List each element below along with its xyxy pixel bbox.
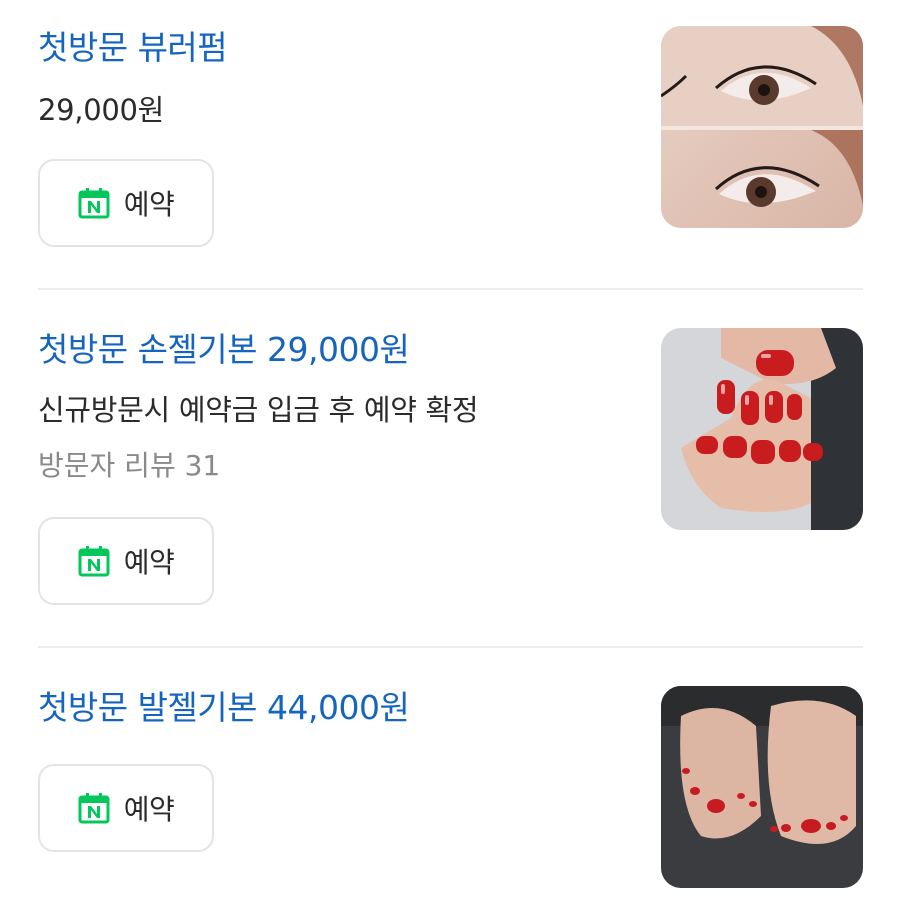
divider bbox=[38, 646, 863, 648]
item-review-count[interactable]: 방문자 리뷰 31 bbox=[38, 446, 638, 486]
reserve-button[interactable]: 예약 bbox=[38, 517, 214, 605]
list-item: 첫방문 손젤기본 29,000원 신규방문시 예약금 입금 후 예약 확정 방문… bbox=[38, 328, 863, 618]
divider bbox=[38, 288, 863, 290]
item-info: 첫방문 뷰러펌 29,000원 bbox=[38, 26, 638, 130]
eyelash-perm-image bbox=[661, 26, 863, 228]
eyelash-perm-photo[interactable] bbox=[661, 26, 863, 228]
reserve-button-label: 예약 bbox=[123, 546, 175, 579]
list-item: 첫방문 발젤기본 44,000원 예약 bbox=[38, 686, 863, 896]
list-item: 첫방문 뷰러펌 29,000원 예약 bbox=[38, 26, 863, 266]
item-price: 29,000원 bbox=[38, 93, 165, 127]
naver-calendar-icon bbox=[78, 188, 110, 219]
reserve-button[interactable]: 예약 bbox=[38, 764, 214, 852]
manicure-image bbox=[661, 328, 863, 530]
red-gel-pedicure-photo[interactable] bbox=[661, 686, 863, 888]
pedicure-image bbox=[661, 686, 863, 888]
booking-menu-list: 첫방문 뷰러펌 29,000원 예약 첫방문 손젤기본 29,000원 신규방문… bbox=[0, 0, 900, 900]
naver-calendar-icon bbox=[78, 793, 110, 824]
red-gel-manicure-photo[interactable] bbox=[661, 328, 863, 530]
item-description: 신규방문시 예약금 입금 후 예약 확정 bbox=[38, 393, 479, 427]
item-title[interactable]: 첫방문 뷰러펌 bbox=[38, 28, 638, 68]
item-title[interactable]: 첫방문 발젤기본 44,000원 bbox=[38, 688, 638, 728]
reserve-button[interactable]: 예약 bbox=[38, 159, 214, 247]
reserve-button-label: 예약 bbox=[123, 793, 175, 826]
item-info: 첫방문 발젤기본 44,000원 bbox=[38, 686, 638, 728]
naver-calendar-icon bbox=[78, 546, 110, 577]
reserve-button-label: 예약 bbox=[123, 188, 175, 221]
item-title[interactable]: 첫방문 손젤기본 29,000원 bbox=[38, 330, 638, 370]
item-info: 첫방문 손젤기본 29,000원 신규방문시 예약금 입금 후 예약 확정 방문… bbox=[38, 328, 638, 486]
